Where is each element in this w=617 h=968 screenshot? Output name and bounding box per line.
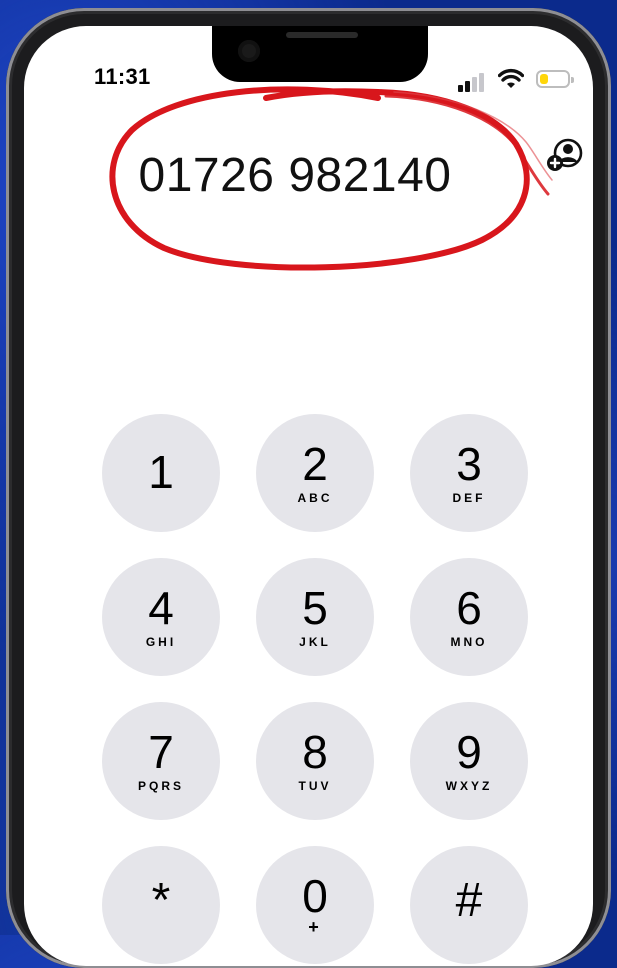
key-letters: MNO — [450, 635, 488, 649]
key-hash-button[interactable]: # — [410, 846, 528, 964]
key-letters: TUV — [298, 779, 332, 793]
key-digit: 2 — [302, 438, 328, 490]
key-8-button[interactable]: 8 TUV — [256, 702, 374, 820]
key-letters: ABC — [297, 491, 333, 505]
key-5-button[interactable]: 5 JKL — [256, 558, 374, 676]
key-9-button[interactable]: 9 WXYZ — [410, 702, 528, 820]
key-digit: 8 — [302, 726, 328, 778]
key-letters: WXYZ — [445, 779, 493, 793]
key-7-button[interactable]: 7 PQRS — [102, 702, 220, 820]
key-3-button[interactable]: 3 DEF — [410, 414, 528, 532]
key-digit: 3 — [456, 438, 482, 490]
key-1-button[interactable]: 1 — [102, 414, 220, 532]
key-digit: 5 — [302, 582, 328, 634]
key-digit: # — [455, 874, 483, 927]
key-digit: 6 — [456, 582, 482, 634]
key-digit: 4 — [148, 582, 174, 634]
key-2-button[interactable]: 2 ABC — [256, 414, 374, 532]
key-4-button[interactable]: 4 GHI — [102, 558, 220, 676]
key-letters: DEF — [452, 491, 486, 505]
key-letters: PQRS — [137, 779, 184, 793]
key-6-button[interactable]: 6 MNO — [410, 558, 528, 676]
key-letters: GHI — [145, 635, 177, 649]
key-0-button[interactable]: 0 + — [256, 846, 374, 964]
dialed-number: 01726 982140 — [138, 149, 452, 202]
key-digit: * — [151, 874, 171, 927]
key-digit: 7 — [148, 726, 174, 778]
key-letters: JKL — [299, 635, 331, 649]
key-digit: 0 — [302, 870, 328, 922]
key-star-button[interactable]: * — [102, 846, 220, 964]
key-digit: 1 — [148, 446, 174, 498]
key-digit: 9 — [456, 726, 482, 778]
